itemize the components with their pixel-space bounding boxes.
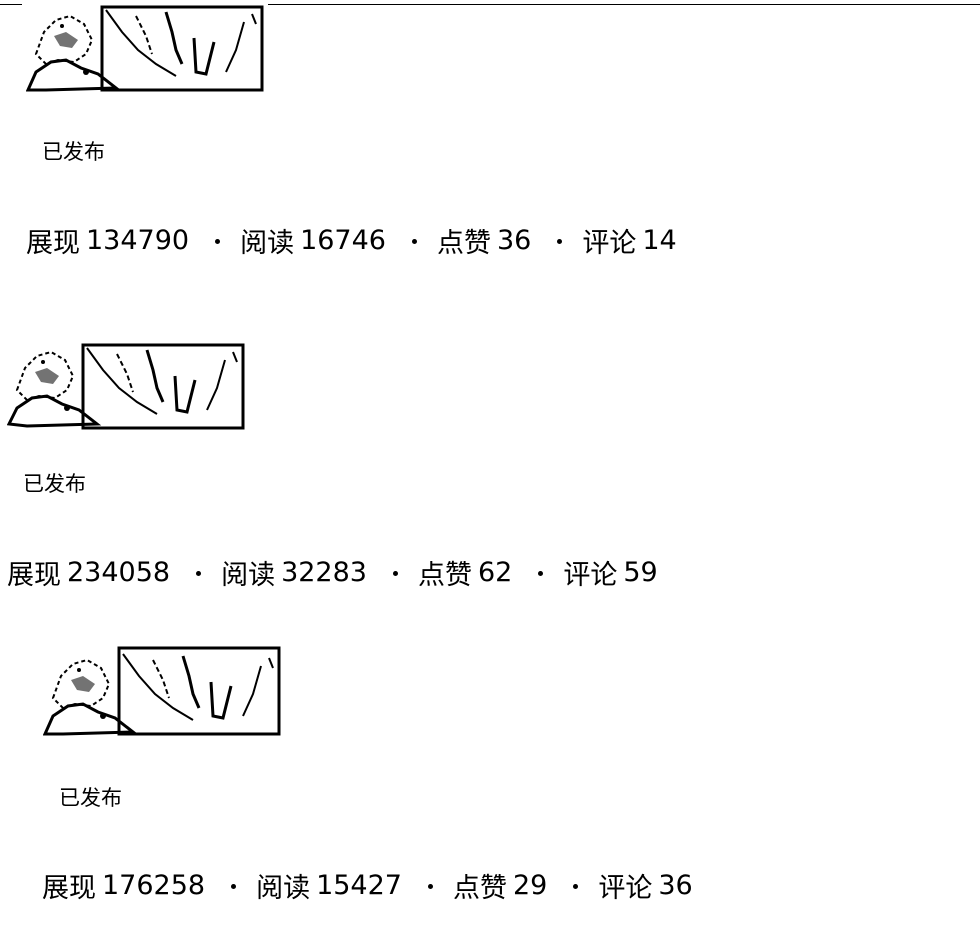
stat-value: 36 (658, 870, 693, 901)
article-stats: 展现 134790 阅读 16746 点赞 36 评论 14 (26, 221, 677, 260)
stat-value: 16746 (300, 225, 386, 256)
stat-value: 59 (623, 557, 658, 588)
stat-label: 评论 (563, 560, 618, 591)
stat-label: 展现 (42, 873, 96, 904)
stat-value: 62 (477, 557, 513, 588)
thumbnail-image (26, 5, 264, 92)
stat-label: 阅读 (221, 560, 276, 591)
stat-reads: 阅读 16746 (240, 221, 386, 260)
stat-impressions: 展现 234058 (7, 553, 170, 592)
stat-comments: 评论 14 (582, 221, 676, 260)
stat-reads: 阅读 32283 (221, 553, 367, 592)
stat-label: 阅读 (256, 873, 311, 904)
separator-dot (215, 239, 221, 244)
stat-label: 点赞 (417, 560, 472, 591)
stat-label: 阅读 (240, 228, 295, 259)
stat-value: 15427 (316, 870, 402, 901)
stat-likes: 点赞 36 (437, 221, 531, 260)
article-thumbnail[interactable] (7, 340, 247, 430)
stat-impressions: 展现 176258 (42, 866, 205, 905)
stat-label: 点赞 (452, 873, 507, 904)
separator-dot (411, 239, 417, 244)
stat-value: 234058 (67, 557, 171, 588)
thumbnail-image (7, 343, 245, 430)
stat-reads: 阅读 15427 (256, 866, 402, 905)
stat-label: 展现 (7, 560, 61, 591)
stat-comments: 评论 59 (563, 553, 657, 592)
publish-status: 已发布 (59, 786, 122, 810)
separator-dot (231, 884, 237, 889)
top-divider-left (0, 4, 22, 5)
separator-dot (392, 571, 398, 576)
separator-dot (573, 884, 579, 889)
publish-status: 已发布 (42, 140, 105, 164)
stat-comments: 评论 36 (598, 866, 692, 905)
stat-value: 14 (642, 225, 677, 256)
stat-likes: 点赞 29 (453, 866, 547, 905)
separator-dot (427, 884, 433, 889)
article-thumbnail[interactable] (43, 646, 283, 736)
stat-value: 32283 (281, 557, 367, 588)
publish-status: 已发布 (23, 472, 86, 496)
separator-dot (538, 571, 544, 576)
stat-value: 134790 (86, 225, 190, 256)
stat-value: 176258 (102, 870, 206, 901)
separator-dot (196, 571, 202, 576)
stat-label: 点赞 (436, 228, 491, 259)
stat-value: 36 (496, 225, 532, 256)
top-divider (268, 4, 980, 5)
stat-impressions: 展现 134790 (26, 221, 189, 260)
article-thumbnail[interactable] (26, 2, 266, 92)
stat-label: 评论 (598, 873, 653, 904)
stat-value: 29 (512, 870, 548, 901)
stat-label: 评论 (582, 228, 637, 259)
thumbnail-image (43, 646, 281, 736)
article-stats: 展现 176258 阅读 15427 点赞 29 评论 36 (42, 866, 693, 905)
article-stats: 展现 234058 阅读 32283 点赞 62 评论 59 (7, 553, 658, 592)
separator-dot (557, 239, 563, 244)
stat-likes: 点赞 62 (418, 553, 512, 592)
stat-label: 展现 (26, 228, 80, 259)
